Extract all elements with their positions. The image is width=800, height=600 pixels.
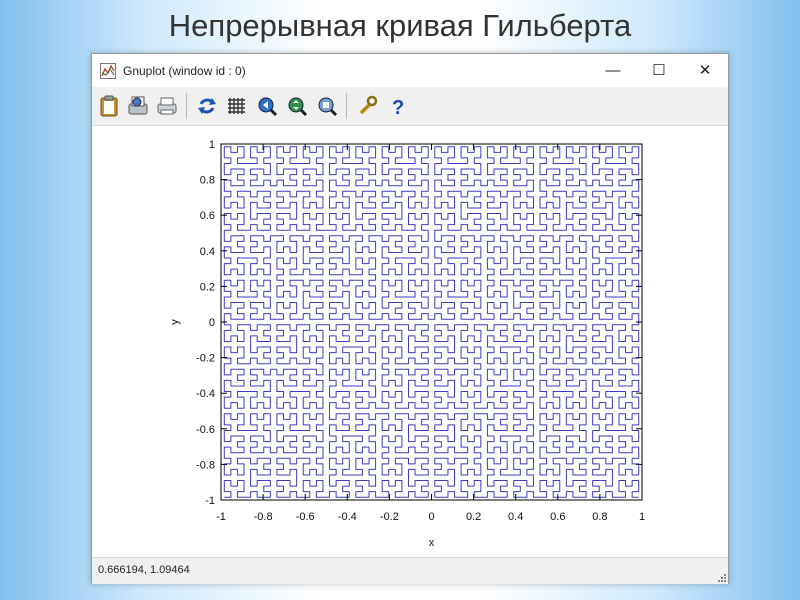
- y-tick-label: -0.8: [196, 459, 215, 471]
- x-tick-label: 1: [639, 511, 645, 523]
- y-tick-label: 0.6: [200, 210, 215, 222]
- window-titlebar[interactable]: Gnuplot (window id : 0) — ☐ ✕: [92, 54, 728, 87]
- x-tick-label: 0.6: [550, 511, 565, 523]
- y-tick-label: -1: [205, 495, 215, 507]
- gnuplot-window: Gnuplot (window id : 0) — ☐ ✕ ? -1 -0.8 …: [91, 53, 729, 584]
- x-tick-label: 0: [428, 511, 434, 523]
- x-tick-label: -0.6: [296, 511, 315, 523]
- resize-grip-icon[interactable]: [716, 572, 726, 582]
- close-button[interactable]: ✕: [682, 54, 728, 87]
- y-tick-label: 1: [209, 139, 215, 151]
- plot-border: [220, 143, 643, 501]
- x-tick-label: -1: [216, 511, 226, 523]
- toolbar-separator: [346, 93, 347, 119]
- minimize-button[interactable]: —: [590, 54, 636, 87]
- toolbar: ?: [92, 87, 728, 126]
- y-tick-label: 0: [209, 317, 215, 329]
- y-tick-label: -0.2: [196, 353, 215, 365]
- print-preview-icon[interactable]: [126, 94, 150, 118]
- gnuplot-app-icon: [100, 63, 116, 79]
- print-icon[interactable]: [155, 94, 179, 118]
- toolbar-separator: [186, 93, 187, 119]
- clipboard-icon[interactable]: [97, 94, 121, 118]
- y-axis-label: y: [169, 319, 181, 325]
- zoom-next-icon[interactable]: [285, 94, 309, 118]
- maximize-button[interactable]: ☐: [636, 54, 682, 87]
- x-axis-label: x: [429, 537, 435, 549]
- grid-icon[interactable]: [225, 94, 249, 118]
- x-tick-label: -0.2: [380, 511, 399, 523]
- statusbar: 0.666194, 1.09464: [92, 557, 728, 584]
- x-tick-label: -0.8: [254, 511, 273, 523]
- x-tick-label: -0.4: [338, 511, 357, 523]
- x-tick-label: 0.8: [592, 511, 607, 523]
- help-icon[interactable]: ?: [385, 94, 409, 118]
- settings-wrench-icon[interactable]: [355, 94, 379, 118]
- x-tick-label: 0.2: [466, 511, 481, 523]
- slide-title: Непрерывная кривая Гильберта: [168, 8, 632, 43]
- refresh-icon[interactable]: [195, 94, 219, 118]
- window-title: Gnuplot (window id : 0): [123, 64, 246, 78]
- cursor-coordinates: 0.666194, 1.09464: [98, 564, 190, 576]
- y-tick-label: -0.6: [196, 424, 215, 436]
- y-tick-label: 0.8: [200, 175, 215, 187]
- y-tick-label: 0.4: [200, 246, 215, 258]
- y-tick-label: 0.2: [200, 281, 215, 293]
- y-tick-label: -0.4: [196, 388, 215, 400]
- zoom-previous-icon[interactable]: [255, 94, 279, 118]
- plot-area[interactable]: -1 -0.8 -0.6 -0.4 -0.2 0 0.2 0.4 0.6 0.8 1 1 0.8 0.6 0…: [92, 126, 728, 555]
- x-tick-label: 0.4: [508, 511, 523, 523]
- svg-text:?: ?: [392, 97, 404, 118]
- zoom-reset-icon[interactable]: [315, 94, 339, 118]
- hilbert-curve-line: [223, 146, 640, 498]
- hilbert-curve-plot[interactable]: -1 -0.8 -0.6 -0.4 -0.2 0 0.2 0.4 0.6 0.8 1 1 0.8 0.6 0…: [92, 126, 728, 555]
